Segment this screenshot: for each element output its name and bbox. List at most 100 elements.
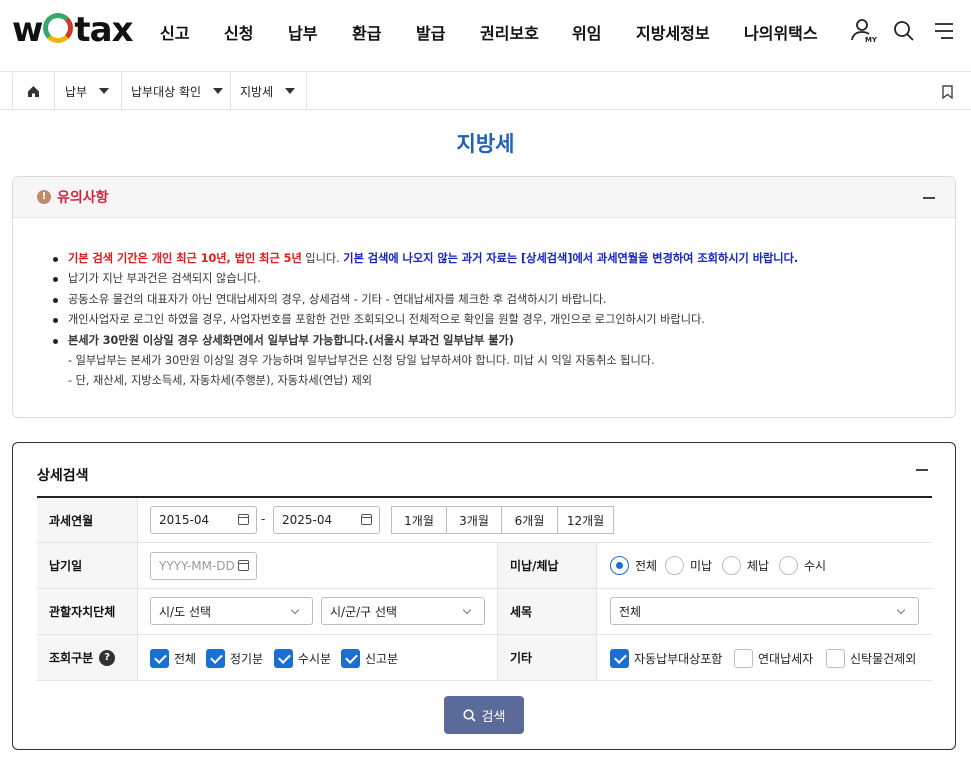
nav-item-report[interactable]: 신고 bbox=[160, 20, 189, 44]
chevron-down-icon bbox=[896, 605, 906, 615]
checkbox-type-all[interactable]: 전체 bbox=[150, 649, 196, 668]
period-from-input[interactable]: 2015-04 bbox=[150, 506, 257, 534]
notice-list: 기본 검색 기간은 개인 최근 10년, 법인 최근 5년 입니다. 기본 검색… bbox=[53, 249, 798, 392]
nav-item-delegate[interactable]: 위임 bbox=[572, 20, 601, 44]
period-from-value: 2015-04 bbox=[159, 513, 210, 527]
calendar-icon[interactable] bbox=[361, 514, 372, 525]
bookmark-icon[interactable] bbox=[942, 84, 953, 103]
my-page-icon[interactable]: MY bbox=[851, 18, 877, 44]
collapse-icon[interactable] bbox=[916, 469, 928, 471]
my-label: MY bbox=[864, 36, 877, 44]
breadcrumb-item-target[interactable]: 납부대상 확인 bbox=[121, 73, 230, 109]
chevron-down-icon bbox=[290, 605, 300, 615]
checkbox-indicator bbox=[274, 649, 293, 668]
logo-e-mark bbox=[43, 13, 74, 43]
checkbox-indicator bbox=[150, 649, 169, 668]
checkbox-label: 신탁물건제외 bbox=[850, 652, 917, 666]
home-icon[interactable] bbox=[12, 73, 54, 109]
row-tax-period: 과세연월 2015-04 - 2025-04 1개월 3개월 6개월 12개월 bbox=[37, 498, 932, 543]
label-tax-period: 과세연월 bbox=[37, 498, 138, 542]
alert-icon: ! bbox=[37, 190, 51, 204]
tax-item-value: 전체 bbox=[619, 604, 642, 619]
search-title: 상세검색 bbox=[37, 468, 89, 484]
site-header: w tax 신고 신청 납부 환급 발급 권리보호 위임 지방세정보 나의위택스 … bbox=[0, 0, 971, 72]
calendar-icon[interactable] bbox=[238, 514, 249, 525]
nav-item-refund[interactable]: 환급 bbox=[352, 20, 381, 44]
period-6month-button[interactable]: 6개월 bbox=[501, 506, 558, 534]
search-button[interactable]: 검색 bbox=[444, 696, 524, 734]
menu-icon[interactable] bbox=[933, 21, 955, 41]
row-due-date: 납기일 YYYY-MM-DD 미납/체납 전체 미납 체납 수시 bbox=[37, 543, 932, 589]
checkbox-indicator bbox=[734, 649, 753, 668]
breadcrumb-item-pay[interactable]: 납부 bbox=[54, 73, 121, 109]
notice-item: 개인사업자로 로그인 하였을 경우, 사업자번호를 포함한 건만 조회되오니 전… bbox=[53, 310, 798, 330]
period-separator: - bbox=[261, 512, 266, 526]
header-icons: MY bbox=[851, 18, 955, 44]
chevron-down-icon bbox=[99, 88, 110, 94]
sido-select[interactable]: 시/도 선택 bbox=[150, 597, 313, 625]
search-icon bbox=[462, 708, 476, 722]
due-date-input[interactable]: YYYY-MM-DD bbox=[150, 552, 257, 580]
radio-label: 체납 bbox=[747, 559, 770, 573]
notice-header[interactable]: ! 유의사항 bbox=[13, 177, 955, 218]
tax-item-select[interactable]: 전체 bbox=[610, 597, 919, 625]
checkbox-type-occasional[interactable]: 수시분 bbox=[274, 649, 331, 668]
sido-value: 시/도 선택 bbox=[159, 604, 212, 619]
radio-unpaid-unpaid[interactable]: 미납 bbox=[665, 556, 712, 575]
checkbox-label: 자동납부대상포함 bbox=[634, 652, 723, 666]
checkbox-etc-joint-taxpayer[interactable]: 연대납세자 bbox=[734, 649, 813, 668]
checkbox-indicator bbox=[206, 649, 225, 668]
nav-item-rights[interactable]: 권리보호 bbox=[480, 20, 539, 44]
notice-highlight-red: 기본 검색 기간은 개인 최근 10년, 법인 최근 5년 bbox=[68, 252, 302, 265]
nav-item-my-wetax[interactable]: 나의위택스 bbox=[744, 20, 818, 44]
radio-unpaid-all[interactable]: 전체 bbox=[610, 556, 657, 575]
sigungu-select[interactable]: 시/군/구 선택 bbox=[321, 597, 485, 625]
radio-unpaid-overdue[interactable]: 체납 bbox=[722, 556, 769, 575]
period-to-input[interactable]: 2025-04 bbox=[273, 506, 380, 534]
nav-item-pay[interactable]: 납부 bbox=[288, 20, 317, 44]
help-icon[interactable]: ? bbox=[99, 649, 116, 666]
period-12month-button[interactable]: 12개월 bbox=[557, 506, 614, 534]
checkbox-label: 전체 bbox=[174, 652, 197, 666]
radio-indicator bbox=[779, 556, 798, 575]
notice-subitem: - 단, 재산세, 지방소득세, 자동차세(주행분), 자동차세(연납) 제외 bbox=[68, 374, 373, 388]
search-icon[interactable] bbox=[893, 20, 915, 42]
notice-text: 입니다. bbox=[301, 252, 344, 265]
collapse-icon[interactable] bbox=[923, 197, 935, 199]
row-query-type: 조회구분? 전체 정기분 수시분 신고분 기타 자동납부대상포함 연대납세자 신… bbox=[37, 635, 932, 681]
calendar-icon[interactable] bbox=[238, 560, 249, 571]
breadcrumb-label: 납부 bbox=[65, 84, 88, 99]
notice-item: 본세가 30만원 이상일 경우 상세화면에서 일부납부 가능합니다.(서울시 부… bbox=[53, 331, 798, 351]
chevron-down-icon bbox=[462, 605, 472, 615]
radio-label: 수시 bbox=[804, 559, 827, 573]
wetax-logo[interactable]: w tax bbox=[12, 10, 134, 50]
notice-title: 유의사항 bbox=[57, 190, 109, 206]
radio-label: 전체 bbox=[635, 559, 658, 573]
chevron-down-icon bbox=[213, 88, 224, 94]
period-3month-button[interactable]: 3개월 bbox=[446, 506, 502, 534]
checkbox-etc-exclude-trust[interactable]: 신탁물건제외 bbox=[826, 649, 916, 668]
notice-item: 공동소유 물건의 대표자가 아닌 연대납세자의 경우, 상세검색 - 기타 - … bbox=[53, 290, 798, 310]
label-text: 조회구분 bbox=[49, 651, 94, 665]
sigungu-value: 시/군/구 선택 bbox=[330, 604, 398, 619]
checkbox-type-regular[interactable]: 정기분 bbox=[206, 649, 263, 668]
radio-indicator bbox=[665, 556, 684, 575]
breadcrumb-item-localtax[interactable]: 지방세 bbox=[230, 73, 307, 109]
notice-item: 납기가 지난 부과건은 검색되지 않습니다. bbox=[53, 269, 798, 289]
checkbox-indicator bbox=[610, 649, 629, 668]
label-query-type: 조회구분? bbox=[37, 635, 138, 680]
radio-unpaid-occasional[interactable]: 수시 bbox=[779, 556, 826, 575]
period-1month-button[interactable]: 1개월 bbox=[391, 506, 447, 534]
radio-label: 미납 bbox=[690, 559, 713, 573]
checkbox-indicator bbox=[341, 649, 360, 668]
label-unpaid: 미납/체납 bbox=[497, 543, 597, 588]
nav-item-localtax-info[interactable]: 지방세정보 bbox=[636, 20, 710, 44]
notice-subitem: - 일부납부는 본세가 30만원 이상일 경우 가능하며 일부납부건은 신청 당… bbox=[68, 354, 655, 368]
checkbox-type-declared[interactable]: 신고분 bbox=[341, 649, 398, 668]
nav-item-apply[interactable]: 신청 bbox=[224, 20, 253, 44]
page-title: 지방세 bbox=[456, 132, 515, 156]
checkbox-etc-autopay[interactable]: 자동납부대상포함 bbox=[610, 649, 722, 668]
nav-item-issue[interactable]: 발급 bbox=[416, 20, 445, 44]
checkbox-label: 수시분 bbox=[298, 652, 332, 666]
search-button-label: 검색 bbox=[481, 709, 506, 725]
